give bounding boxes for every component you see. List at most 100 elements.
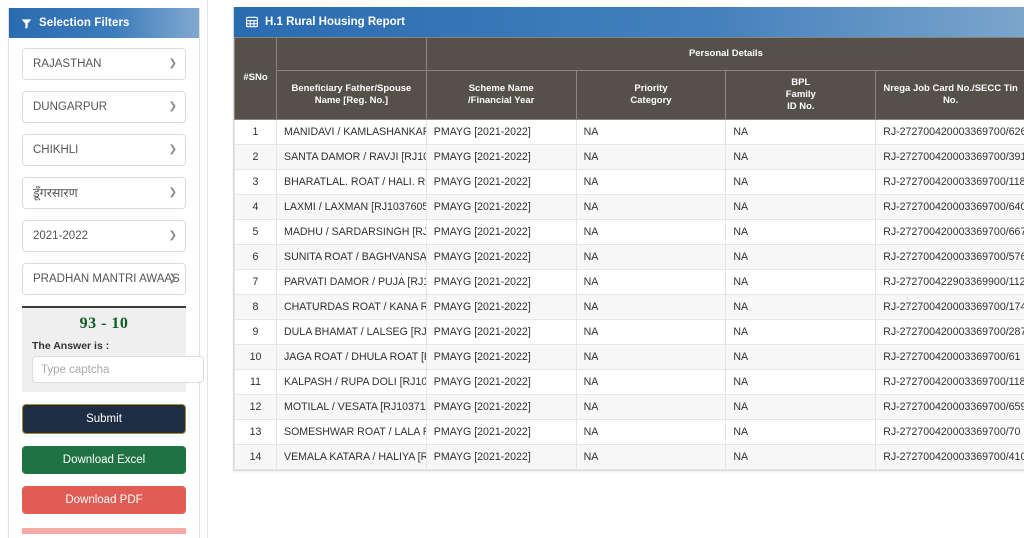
filter-scheme-select[interactable]: PRADHAN MANTRI AWAAS (22, 263, 186, 295)
cell-scheme-name: PMAYG [2021-2022] (426, 144, 576, 169)
table-row: 6SUNITA ROAT / BAGHVANSANKAR [RJ10348174… (235, 244, 1024, 269)
th-bpl-family-id[interactable]: BPL Family ID No. (726, 70, 876, 119)
cell-priority-category: NA (576, 119, 726, 144)
cell-priority-category: NA (576, 344, 726, 369)
cell-priority-category: NA (576, 194, 726, 219)
table-grid-icon (246, 16, 258, 28)
cell-beneficiary-name: PARVATI DAMOR / PUJA [RJ102429408] (277, 269, 427, 294)
cell-beneficiary-name: DULA BHAMAT / LALSEG [RJ103642762] (277, 319, 427, 344)
filter-district-wrap: DUNGARPUR ❯ (22, 91, 186, 123)
cell-priority-category: NA (576, 444, 726, 469)
report-main: H.1 Rural Housing Report #SNo Personal D… (208, 0, 1024, 538)
cell-bpl-family-id: NA (726, 319, 876, 344)
table-head: #SNo Personal Details Beneficiary Father… (235, 38, 1024, 120)
cell-sno: 2 (235, 144, 277, 169)
th-nrega-job-card[interactable]: Nrega Job Card No./SECC Tin No. (876, 70, 1024, 119)
cell-scheme-name: PMAYG [2021-2022] (426, 169, 576, 194)
funnel-icon (21, 18, 32, 29)
filter-block-select[interactable]: CHIKHLI (22, 134, 186, 166)
table-row: 8CHATURDAS ROAT / KANA ROAT [RJ103967676… (235, 294, 1024, 319)
cell-bpl-family-id: NA (726, 444, 876, 469)
cell-sno: 7 (235, 269, 277, 294)
cell-scheme-name: PMAYG [2021-2022] (426, 194, 576, 219)
cell-scheme-name: PMAYG [2021-2022] (426, 369, 576, 394)
table-row: 1MANIDAVI / KAMLASHANKAR [RJ103734572]PM… (235, 119, 1024, 144)
th-scheme-line1: Scheme Name (469, 83, 534, 94)
cell-sno: 3 (235, 169, 277, 194)
th-spacer-name (277, 38, 427, 71)
table-row: 10JAGA ROAT / DHULA ROAT [RJ103703391]PM… (235, 344, 1024, 369)
cell-beneficiary-name: SOMESHWAR ROAT / LALA ROAT [RJ105147245] (277, 419, 427, 444)
cell-nrega-job-card: RJ-272700422903369900/1125 [102429408] (876, 269, 1024, 294)
cell-nrega-job-card: RJ-272700420003369700/70 [105147245] (876, 419, 1024, 444)
cell-priority-category: NA (576, 244, 726, 269)
cell-beneficiary-name: KALPASH / RUPA DOLI [RJ104956621] (277, 369, 427, 394)
cell-scheme-name: PMAYG [2021-2022] (426, 219, 576, 244)
cell-scheme-name: PMAYG [2021-2022] (426, 294, 576, 319)
cell-beneficiary-name: SUNITA ROAT / BAGHVANSANKAR [RJ103481747… (277, 244, 427, 269)
cell-priority-category: NA (576, 169, 726, 194)
cell-beneficiary-name: MANIDAVI / KAMLASHANKAR [RJ103734572] (277, 119, 427, 144)
cell-bpl-family-id: NA (726, 269, 876, 294)
cell-bpl-family-id: NA (726, 169, 876, 194)
cell-nrega-job-card: RJ-272700420003369700/1185 [104956621] (876, 369, 1024, 394)
cell-scheme-name: PMAYG [2021-2022] (426, 419, 576, 444)
cell-scheme-name: PMAYG [2021-2022] (426, 344, 576, 369)
filter-scheme-wrap: PRADHAN MANTRI AWAAS ❯ (22, 263, 186, 295)
cell-sno: 5 (235, 219, 277, 244)
cell-priority-category: NA (576, 219, 726, 244)
cell-bpl-family-id: NA (726, 119, 876, 144)
th-sno[interactable]: #SNo (235, 38, 277, 120)
filter-district-select[interactable]: DUNGARPUR (22, 91, 186, 123)
submit-button[interactable]: Submit (22, 404, 186, 434)
cell-beneficiary-name: SANTA DAMOR / RAVJI [RJ104920388] (277, 144, 427, 169)
download-pdf-button[interactable]: Download PDF (22, 486, 186, 514)
rural-housing-table: #SNo Personal Details Beneficiary Father… (234, 37, 1024, 470)
th-bpl-line3: ID No. (787, 101, 814, 112)
download-excel-button[interactable]: Download Excel (22, 446, 186, 474)
cell-priority-category: NA (576, 294, 726, 319)
th-scheme-name[interactable]: Scheme Name /Financial Year (426, 70, 576, 119)
th-priority-category[interactable]: Priority Category (576, 70, 726, 119)
cell-priority-category: NA (576, 319, 726, 344)
report-table-scroll[interactable]: #SNo Personal Details Beneficiary Father… (234, 37, 1024, 470)
filter-state-select[interactable]: RAJASTHAN (22, 48, 186, 80)
filter-panchayat-wrap: डूँगरसारण ❯ (22, 177, 186, 209)
cell-nrega-job-card: RJ-272700420003369700/287 [103642762] (876, 319, 1024, 344)
table-head-row: Beneficiary Father/Spouse Name [Reg. No.… (235, 70, 1024, 119)
report-panel-header: H.1 Rural Housing Report (234, 7, 1024, 37)
th-beneficiary-name[interactable]: Beneficiary Father/Spouse Name [Reg. No.… (277, 70, 427, 119)
filter-financial-year-select[interactable]: 2021-2022 (22, 220, 186, 252)
cell-scheme-name: PMAYG [2021-2022] (426, 444, 576, 469)
captcha-row (22, 356, 186, 383)
table-row: 14VEMALA KATARA / HALIYA [RJ104044144]PM… (235, 444, 1024, 469)
cell-beneficiary-name: JAGA ROAT / DHULA ROAT [RJ103703391] (277, 344, 427, 369)
cell-sno: 14 (235, 444, 277, 469)
cell-sno: 9 (235, 319, 277, 344)
captcha-answer-label: The Answer is : (22, 340, 186, 356)
cell-beneficiary-name: MADHU / SARDARSINGH [RJ103417759] (277, 219, 427, 244)
cell-bpl-family-id: NA (726, 394, 876, 419)
cell-nrega-job-card: RJ-272700420003369700/576 [103481747] (876, 244, 1024, 269)
cell-bpl-family-id: NA (726, 219, 876, 244)
captcha-input[interactable] (32, 356, 204, 383)
cell-beneficiary-name: LAXMI / LAXMAN [RJ103760593] (277, 194, 427, 219)
cell-bpl-family-id: NA (726, 294, 876, 319)
th-priority-line2: Category (630, 95, 671, 106)
filter-panchayat-select[interactable]: डूँगरसारण (22, 177, 186, 209)
table-row: 4LAXMI / LAXMAN [RJ103760593]PMAYG [2021… (235, 194, 1024, 219)
cell-scheme-name: PMAYG [2021-2022] (426, 244, 576, 269)
cell-priority-category: NA (576, 419, 726, 444)
report-panel: H.1 Rural Housing Report #SNo Personal D… (233, 7, 1024, 471)
table-row: 9DULA BHAMAT / LALSEG [RJ103642762]PMAYG… (235, 319, 1024, 344)
cell-bpl-family-id: NA (726, 244, 876, 269)
filters-body: RAJASTHAN ❯ DUNGARPUR ❯ CHIKHLI ❯ डूँगरस… (9, 38, 199, 538)
cell-priority-category: NA (576, 269, 726, 294)
filters-header-label: Selection Filters (39, 17, 130, 29)
cell-nrega-job-card: RJ-272700420003369700/174 [103967676] (876, 294, 1024, 319)
cell-nrega-job-card: RJ-272700420003369700/640 [103760593] (876, 194, 1024, 219)
table-row: 12MOTILAL / VESATA [RJ103711398]PMAYG [2… (235, 394, 1024, 419)
app-root: Selection Filters RAJASTHAN ❯ DUNGARPUR … (0, 0, 1024, 538)
cell-sno: 4 (235, 194, 277, 219)
table-row: 2SANTA DAMOR / RAVJI [RJ104920388]PMAYG … (235, 144, 1024, 169)
